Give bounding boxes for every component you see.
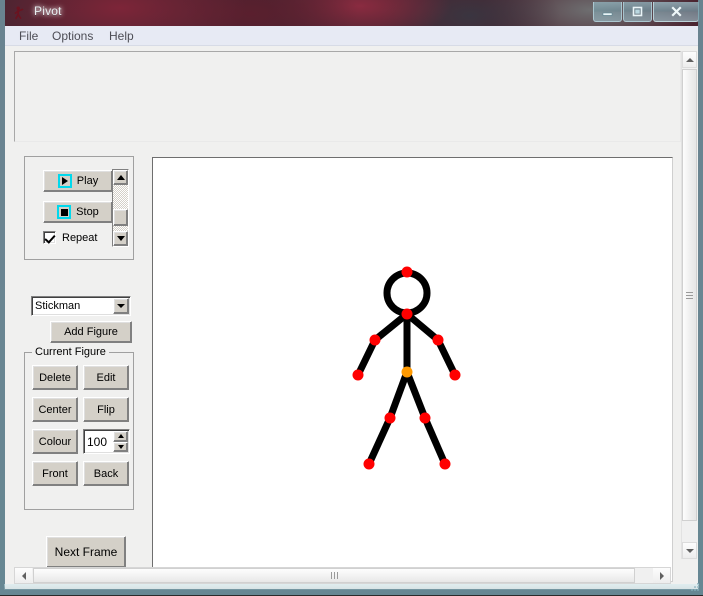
- checkmark-icon: [43, 231, 56, 244]
- limb-left-shin[interactable]: [365, 416, 394, 466]
- menu-file[interactable]: File: [13, 28, 44, 46]
- joint-right-elbow[interactable]: [432, 334, 444, 346]
- current-figure-group: Current Figure Delete Edit Center Flip C…: [24, 346, 134, 510]
- scroll-right-icon[interactable]: [653, 568, 670, 583]
- joint-head-top[interactable]: [401, 266, 413, 278]
- center-button[interactable]: Center: [32, 397, 78, 422]
- joint-right-hand[interactable]: [449, 369, 461, 381]
- repeat-label: Repeat: [62, 231, 98, 244]
- back-label: Back: [93, 467, 119, 480]
- chevron-down-icon[interactable]: [113, 298, 129, 314]
- vertical-scrollbar-thumb[interactable]: [682, 69, 697, 521]
- colour-button[interactable]: Colour: [32, 429, 78, 454]
- stepper-buttons: [113, 431, 128, 452]
- window-controls: [592, 2, 699, 22]
- play-icon: [57, 174, 72, 188]
- repeat-checkbox[interactable]: Repeat: [43, 231, 97, 244]
- delete-label: Delete: [39, 371, 71, 384]
- front-button[interactable]: Front: [32, 461, 78, 486]
- stickman-figure[interactable]: [153, 158, 672, 581]
- stop-button[interactable]: Stop: [43, 201, 113, 223]
- stop-icon: [57, 205, 72, 219]
- stepper-down-icon[interactable]: [113, 441, 128, 452]
- limb-right-shin[interactable]: [421, 416, 449, 466]
- joint-right-knee[interactable]: [419, 412, 431, 424]
- horizontal-scrollbar[interactable]: [14, 567, 671, 584]
- add-figure-button[interactable]: Add Figure: [50, 321, 132, 343]
- horizontal-scrollbar-thumb[interactable]: [33, 568, 635, 583]
- grip-icon: [330, 572, 338, 579]
- animation-canvas[interactable]: [152, 157, 673, 582]
- center-label: Center: [38, 403, 72, 416]
- limb-left-forearm[interactable]: [354, 338, 379, 377]
- speed-scrollbar[interactable]: [112, 169, 129, 247]
- speed-scrollbar-track[interactable]: [113, 185, 128, 231]
- joint-left-elbow[interactable]: [369, 334, 381, 346]
- joint-neck[interactable]: [401, 308, 413, 320]
- client-area: File Options Help Play Stop Repeat Stick…: [5, 26, 698, 589]
- joint-left-hand[interactable]: [352, 369, 364, 381]
- limb-left-upper-arm[interactable]: [372, 311, 410, 343]
- opacity-value: 100: [87, 434, 108, 449]
- colour-label: Colour: [38, 435, 72, 448]
- joint-hip[interactable]: [401, 366, 413, 378]
- scroll-up-icon[interactable]: [113, 170, 128, 185]
- figure-type-value: Stickman: [35, 300, 81, 312]
- limb-right-thigh[interactable]: [403, 370, 429, 420]
- resize-grip[interactable]: [689, 581, 701, 593]
- stickman-icon: [12, 5, 28, 21]
- joint-left-foot[interactable]: [363, 458, 375, 470]
- scroll-up-icon[interactable]: [682, 51, 697, 68]
- pivot-window: Pivot File Options Help Play Stop Repeat…: [0, 0, 703, 595]
- menu-help[interactable]: Help: [103, 28, 140, 46]
- add-figure-label: Add Figure: [64, 326, 118, 338]
- tool-panel: Play Stop Repeat Stickman Add Figure Cur…: [21, 156, 145, 576]
- next-frame-button[interactable]: Next Frame: [46, 536, 126, 568]
- speed-scrollbar-thumb[interactable]: [113, 209, 128, 226]
- back-button[interactable]: Back: [83, 461, 129, 486]
- limb-right-forearm[interactable]: [434, 338, 459, 377]
- joint-right-foot[interactable]: [439, 458, 451, 470]
- scroll-left-icon[interactable]: [15, 568, 32, 583]
- menu-bar: File Options Help: [5, 26, 698, 46]
- flip-label: Flip: [97, 403, 115, 416]
- maximize-button[interactable]: [623, 2, 652, 22]
- play-label: Play: [76, 175, 99, 187]
- scroll-down-icon[interactable]: [113, 231, 128, 246]
- playback-group: Play Stop Repeat: [24, 156, 134, 260]
- close-button[interactable]: [653, 2, 699, 22]
- opacity-stepper[interactable]: 100: [83, 429, 130, 454]
- head-circle[interactable]: [383, 269, 431, 317]
- current-figure-title: Current Figure: [32, 346, 109, 358]
- edit-label: Edit: [96, 371, 116, 384]
- title-bar[interactable]: Pivot: [0, 0, 703, 26]
- limb-left-thigh[interactable]: [386, 370, 411, 420]
- front-label: Front: [42, 467, 68, 480]
- edit-button[interactable]: Edit: [83, 365, 129, 390]
- grip-icon: [686, 291, 693, 299]
- frames-panel[interactable]: [14, 51, 681, 142]
- limb-right-upper-arm[interactable]: [404, 311, 441, 343]
- menu-options[interactable]: Options: [46, 28, 99, 46]
- next-frame-label: Next Frame: [54, 545, 118, 559]
- figure-type-select[interactable]: Stickman: [31, 296, 131, 316]
- vertical-scrollbar[interactable]: [681, 51, 697, 559]
- scroll-down-icon[interactable]: [682, 542, 697, 559]
- stop-label: Stop: [76, 206, 99, 218]
- flip-button[interactable]: Flip: [83, 397, 129, 422]
- delete-button[interactable]: Delete: [32, 365, 78, 390]
- joint-left-knee[interactable]: [384, 412, 396, 424]
- play-button[interactable]: Play: [43, 170, 113, 192]
- window-title: Pivot: [34, 4, 62, 18]
- minimize-button[interactable]: [593, 2, 622, 22]
- stepper-up-icon[interactable]: [113, 431, 128, 442]
